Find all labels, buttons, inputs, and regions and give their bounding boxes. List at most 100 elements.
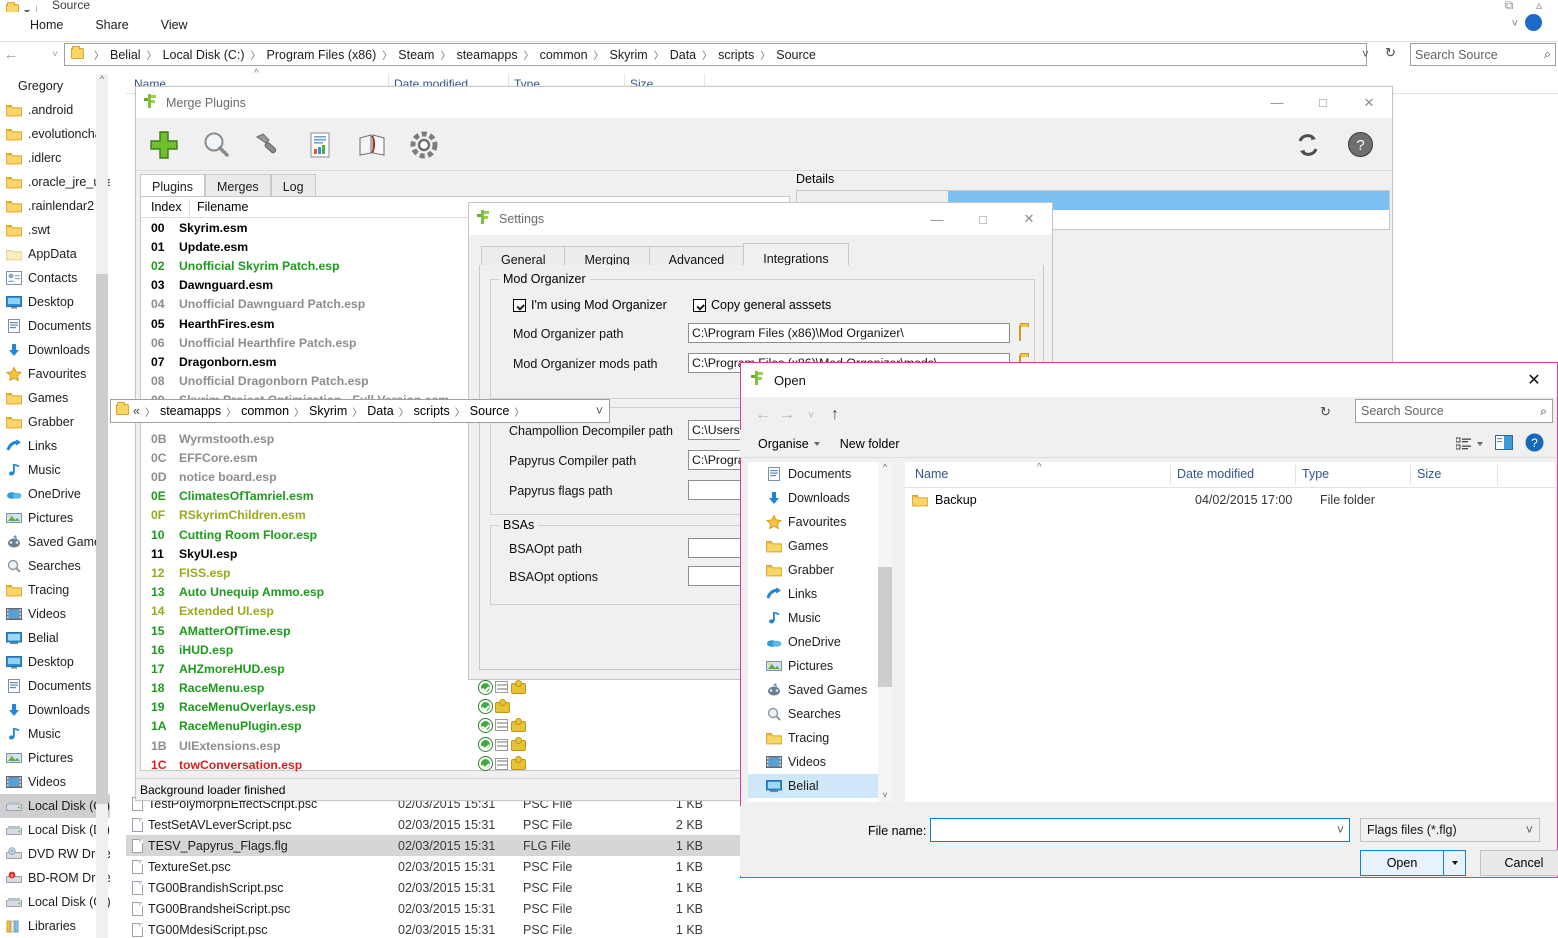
nav-item-idlerc[interactable]: .idlerc [0, 146, 110, 170]
nav-item-android[interactable]: .android [0, 98, 110, 122]
breadcrumb-item-2[interactable]: Program Files (x86) [266, 48, 378, 62]
file-type-filter-select[interactable]: Flags files (*.flg) ˅ [1360, 818, 1540, 842]
od-sidebar-item-pictures[interactable]: Pictures [748, 654, 888, 678]
scroll-up-icon[interactable]: ^ [96, 74, 108, 84]
nav-item-gregory[interactable]: Gregory [0, 74, 110, 98]
od-breadcrumb-item-4[interactable]: scripts [414, 404, 450, 418]
nav-item-documents[interactable]: Documents [0, 674, 110, 698]
od-breadcrumb-item-2[interactable]: Skyrim [309, 404, 347, 418]
chevron-down-icon[interactable]: ˅ [1337, 823, 1344, 837]
browse-mod-organizer-path-button[interactable] [1019, 326, 1037, 342]
nav-item-belial[interactable]: Belial [0, 626, 110, 650]
collapse-ribbon-icon[interactable]: ˅ [1512, 18, 1518, 30]
od-breadcrumb-item-5[interactable]: Source [470, 404, 510, 418]
checkbox-icon[interactable] [693, 299, 706, 312]
settings-gear-icon[interactable] [406, 127, 442, 163]
view-layout-icon[interactable] [1456, 437, 1483, 451]
nav-item-desktop[interactable]: Desktop [0, 290, 110, 314]
chevron-down-icon[interactable] [1452, 861, 1458, 865]
nav-item-evolutionchan[interactable]: .evolutionchan [0, 122, 110, 146]
forward-icon[interactable] [22, 43, 44, 65]
nav-item-local-disk-d[interactable]: Local Disk (D:) [0, 818, 110, 842]
checkbox-using-mod-organizer[interactable]: I'm using Mod Organizer [513, 298, 667, 312]
od-sidebar-item-saved-games[interactable]: Saved Games [748, 678, 888, 702]
open-dialog-sidebar[interactable]: DocumentsDownloadsFavouritesGamesGrabber… [748, 462, 888, 802]
nav-item-pictures[interactable]: Pictures [0, 746, 110, 770]
plugin-row[interactable]: 1BUIExtensions.esp [141, 736, 789, 755]
help-icon[interactable] [1525, 14, 1542, 31]
column-name[interactable]: Name [915, 467, 948, 481]
nav-item-appdata[interactable]: AppData [0, 242, 110, 266]
nav-item-grabber[interactable]: Grabber [0, 410, 110, 434]
list-item[interactable]: Backup04/02/2015 17:00File folder [905, 488, 1555, 512]
nav-item-documents[interactable]: Documents [0, 314, 110, 338]
breadcrumb-item-9[interactable]: Source [775, 48, 817, 62]
nav-item-bd-rom-drive[interactable]: 5BD-ROM Drive [0, 866, 110, 890]
nav-item-links[interactable]: Links [0, 434, 110, 458]
input-mod-organizer-path[interactable]: C:\Program Files (x86)\Mod Organizer\ [688, 323, 1010, 343]
report-icon[interactable] [302, 127, 338, 163]
nav-item-tracing[interactable]: Tracing [0, 578, 110, 602]
new-folder-button[interactable]: New folder [830, 437, 910, 451]
help-icon[interactable]: ? [1525, 433, 1544, 455]
nav-item-music[interactable]: Music [0, 458, 110, 482]
breadcrumb-item-3[interactable]: Steam [397, 48, 435, 62]
chevron-down-icon[interactable]: ˅ [596, 404, 609, 418]
recent-locations-icon[interactable]: ˅ [799, 403, 823, 427]
nav-item-swt[interactable]: .swt [0, 218, 110, 242]
scroll-down-icon[interactable]: ˅ [878, 790, 892, 800]
chevron-down-icon[interactable] [814, 442, 820, 446]
nav-item-rainlendar2[interactable]: .rainlendar2 [0, 194, 110, 218]
merge-plugins-window-buttons[interactable]: — □ ✕ [1254, 87, 1392, 118]
back-icon[interactable]: ← [0, 43, 22, 65]
od-sidebar-item-downloads[interactable]: Downloads [748, 486, 888, 510]
breadcrumb-item-7[interactable]: Data [669, 48, 697, 62]
nav-item-downloads[interactable]: Downloads [0, 338, 110, 362]
maximize-icon[interactable]: □ [960, 204, 1006, 235]
nav-item-local-disk-g[interactable]: Local Disk (G:) [0, 890, 110, 914]
breadcrumb-item-4[interactable]: steamapps [455, 48, 518, 62]
manual-icon[interactable] [354, 127, 390, 163]
od-sidebar-item-onedrive[interactable]: OneDrive [748, 630, 888, 654]
od-sidebar-item-games[interactable]: Games [748, 534, 888, 558]
ribbon-tabs[interactable]: Home Share View [14, 14, 204, 36]
plugin-row[interactable]: 1CtowConversation.esp [141, 755, 789, 774]
toolbar-right-group[interactable]: ? [1290, 127, 1392, 163]
ribbon-tab-view[interactable]: View [145, 14, 204, 36]
nav-item-local-disk-c[interactable]: Local Disk (C:) [0, 794, 110, 818]
nav-item-desktop[interactable]: Desktop [0, 650, 110, 674]
column-index[interactable]: Index [151, 200, 182, 214]
refresh-icon[interactable]: ↻ [1385, 45, 1396, 61]
recent-locations-icon[interactable]: ˅ [44, 43, 66, 65]
od-sidebar-item-grabber[interactable]: Grabber [748, 558, 888, 582]
od-refresh-icon[interactable]: ↻ [1320, 404, 1331, 420]
close-icon[interactable]: ✕ [1511, 364, 1557, 397]
od-sidebar-item-tracing[interactable]: Tracing [748, 726, 888, 750]
nav-item-contacts[interactable]: Contacts [0, 266, 110, 290]
table-row[interactable]: TG00BrandishScript.psc02/03/2015 15:31PS… [126, 877, 1558, 898]
open-dialog-file-list[interactable]: Name ^ Date modified Type Size Backup04/… [905, 462, 1555, 802]
breadcrumb-item-5[interactable]: common [539, 48, 589, 62]
od-sidebar-item-favourites[interactable]: Favourites [748, 510, 888, 534]
close-icon[interactable]: ✕ [1346, 87, 1392, 118]
organise-button[interactable]: Organise [748, 437, 830, 451]
scrollbar-thumb[interactable] [878, 567, 892, 687]
minimize-icon[interactable]: — [1254, 87, 1300, 118]
ribbon-tab-share[interactable]: Share [79, 14, 144, 36]
breadcrumb-item-8[interactable]: scripts [717, 48, 755, 62]
nav-item-libraries[interactable]: Libraries [0, 914, 110, 938]
table-row[interactable]: TG00MdesiScript.psc02/03/2015 15:31PSC F… [126, 919, 1558, 938]
merge-plugins-toolbar[interactable]: ? [136, 119, 1392, 171]
od-sidebar-item-videos[interactable]: Videos [748, 750, 888, 774]
od-sidebar-item-links[interactable]: Links [748, 582, 888, 606]
refresh-icon[interactable] [1290, 127, 1326, 163]
breadcrumb-item-0[interactable]: Belial [109, 48, 142, 62]
help-icon[interactable]: ? [1342, 127, 1378, 163]
open-dialog-sidebar-scrollbar[interactable]: ^ ˅ [878, 462, 892, 802]
od-sidebar-item-belial[interactable]: Belial [748, 774, 888, 798]
od-sidebar-item-music[interactable]: Music [748, 606, 888, 630]
search-icon[interactable]: ⌕ [1540, 404, 1547, 419]
od-sidebar-item-documents[interactable]: Documents [748, 462, 888, 486]
chevron-down-icon[interactable]: ˅ [1526, 823, 1533, 837]
cancel-button[interactable]: Cancel [1480, 850, 1558, 876]
